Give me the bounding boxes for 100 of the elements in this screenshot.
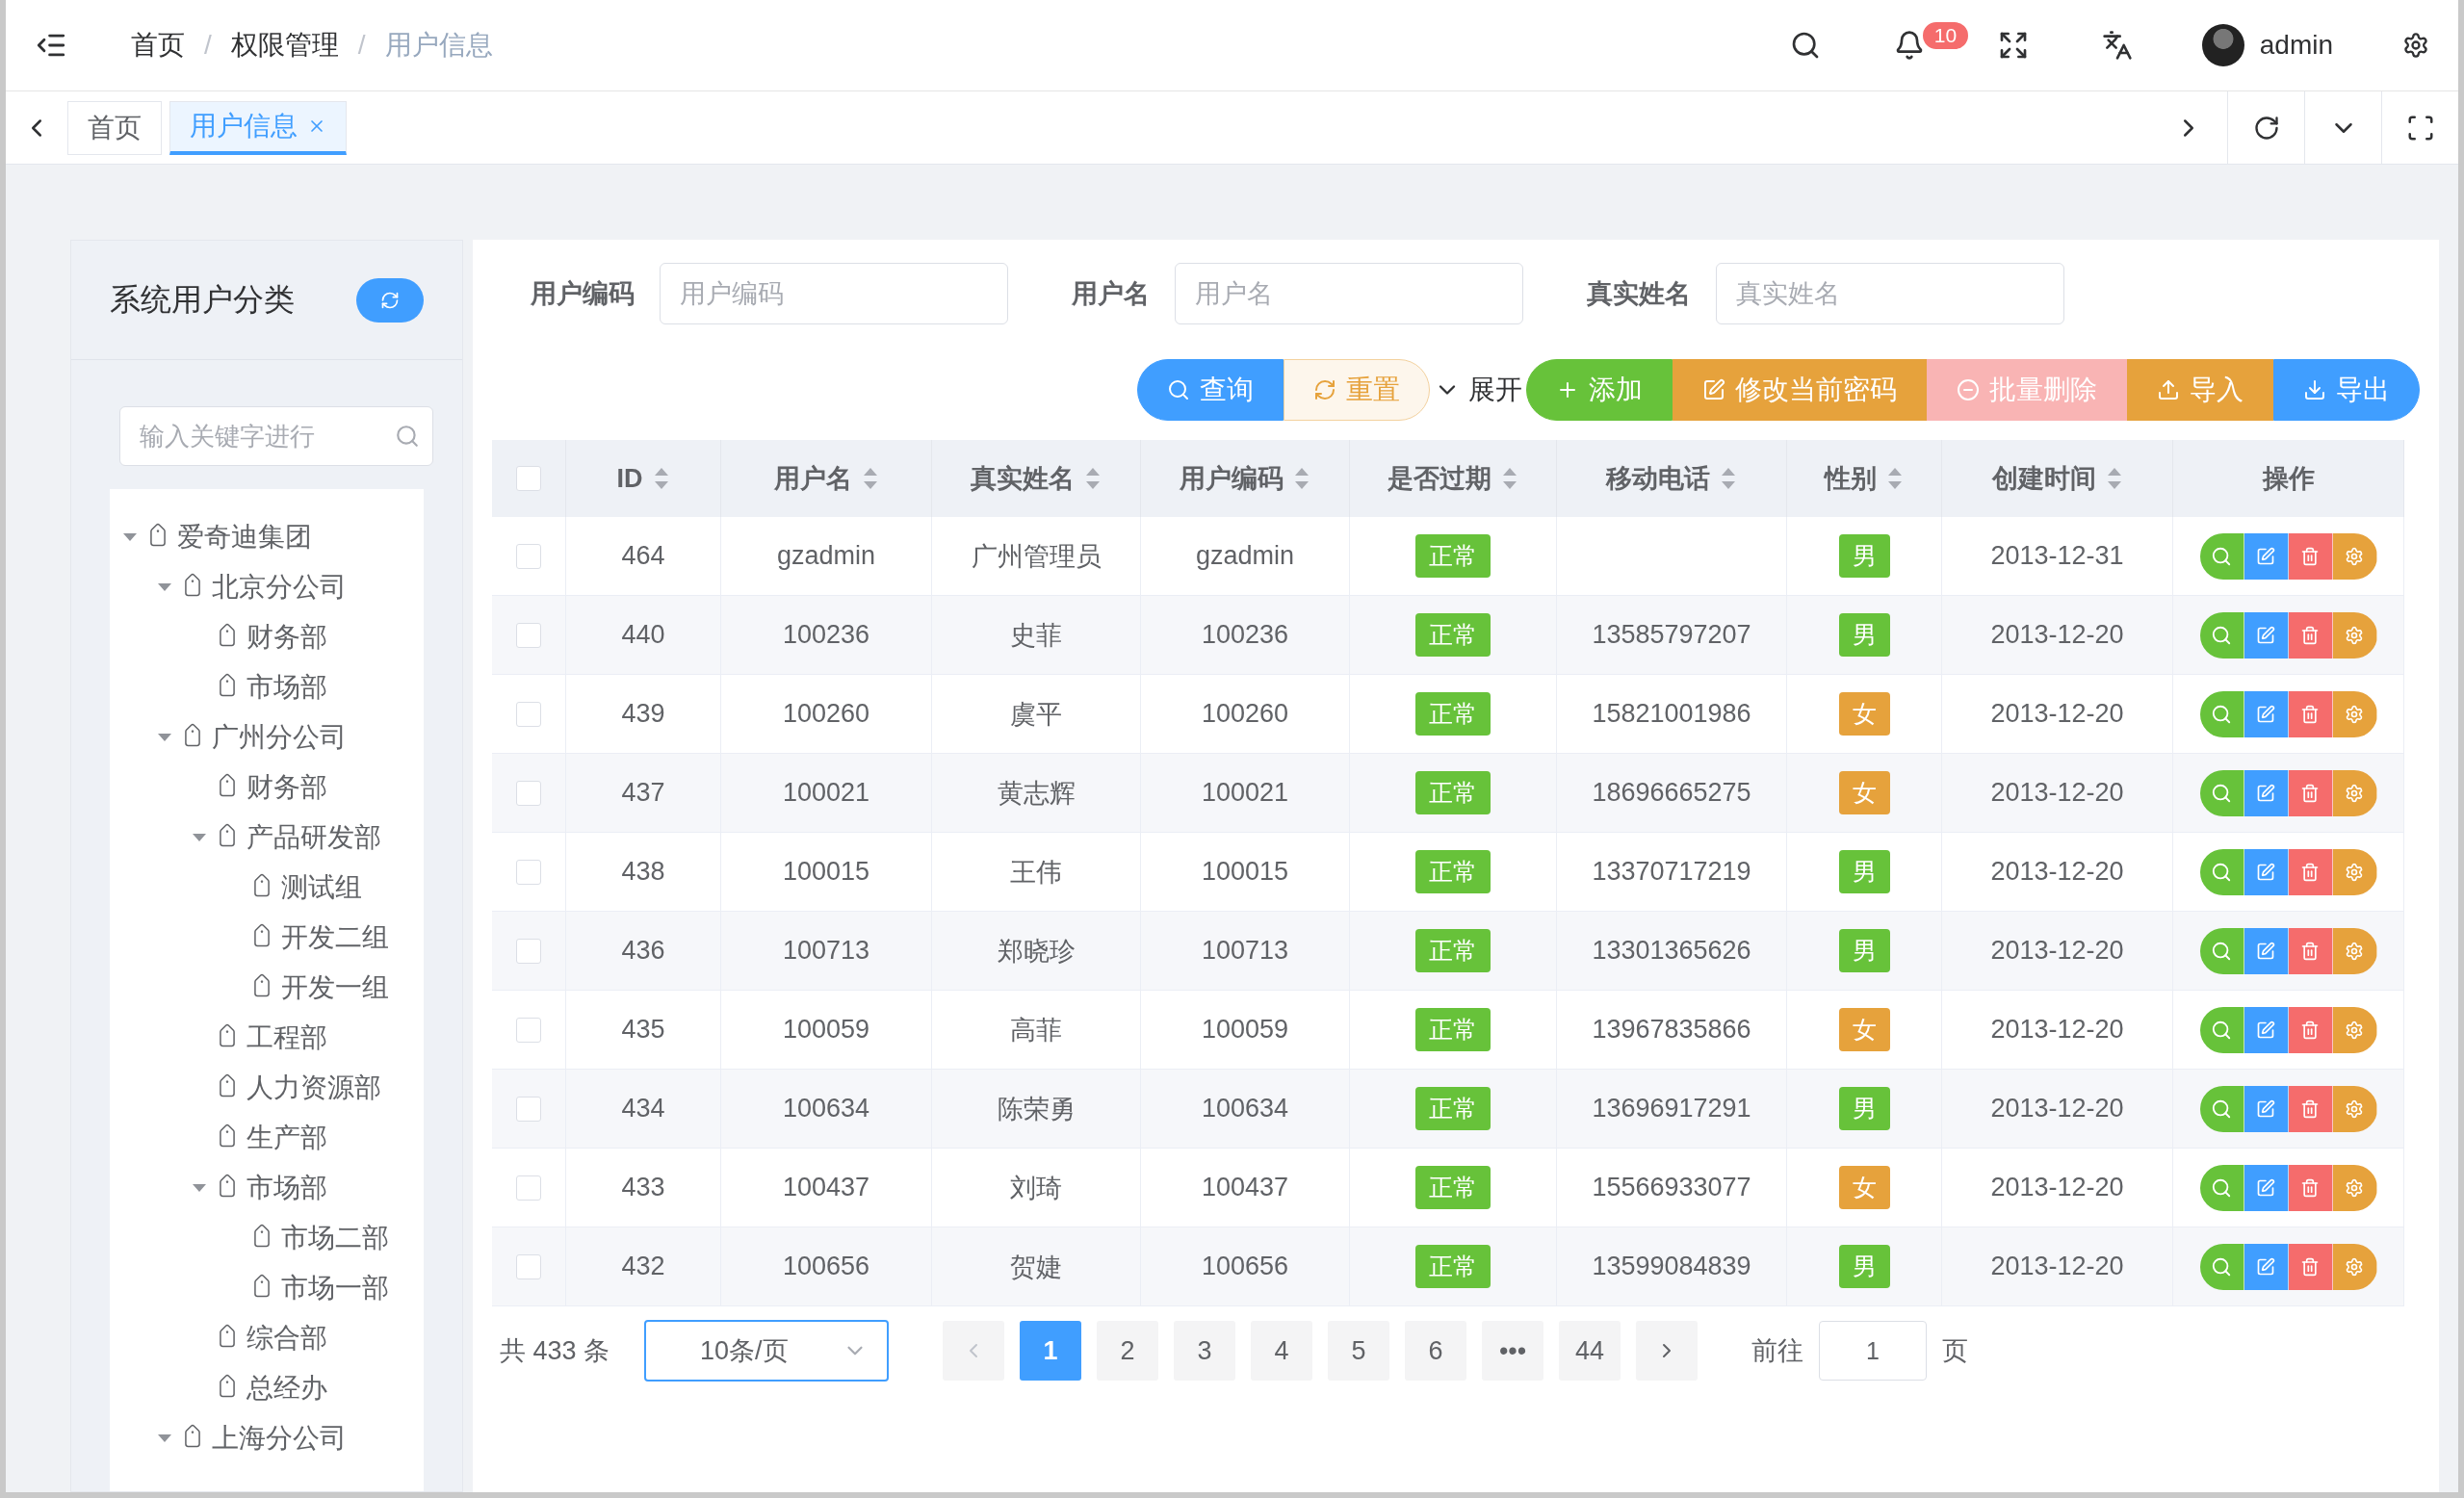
column-header[interactable]: 用户名	[721, 440, 932, 517]
page-button[interactable]: 4	[1251, 1321, 1313, 1381]
edit-button[interactable]	[2244, 1085, 2289, 1132]
delete-button[interactable]	[2288, 848, 2333, 895]
edit-icon[interactable]	[2256, 1256, 2275, 1277]
filter-field[interactable]: 用户名	[1175, 263, 1523, 324]
tree-node[interactable]: 总经办	[110, 1363, 424, 1413]
tree-node[interactable]: 广州分公司	[110, 712, 424, 762]
tree-node[interactable]: 市场一部	[110, 1263, 424, 1313]
tree-node[interactable]: 爱奇迪集团	[110, 512, 424, 562]
trash-icon[interactable]	[2300, 1256, 2320, 1277]
column-header[interactable]: ID	[566, 440, 721, 517]
trash-icon[interactable]	[2300, 783, 2320, 803]
view-button[interactable]	[2199, 848, 2244, 895]
edit-button[interactable]	[2244, 611, 2289, 659]
page-button[interactable]: 2	[1097, 1321, 1159, 1381]
row-checkbox[interactable]	[516, 938, 541, 964]
tree-node[interactable]: 生产部	[110, 1113, 424, 1163]
tree-node[interactable]: 产品研发部	[110, 813, 424, 863]
sort-icon[interactable]	[1886, 466, 1904, 491]
view-button[interactable]	[2199, 1085, 2244, 1132]
row-checkbox[interactable]	[516, 1096, 541, 1122]
edit-button[interactable]	[2244, 690, 2289, 737]
tree-node[interactable]: 人力资源部	[110, 1063, 424, 1113]
delete-button[interactable]	[2288, 927, 2333, 974]
import-icon[interactable]	[2157, 378, 2180, 401]
tree-node[interactable]: 市场部	[110, 1163, 424, 1213]
delete-button[interactable]	[2288, 690, 2333, 737]
export-icon[interactable]	[2303, 378, 2326, 401]
reset-icon[interactable]	[1313, 378, 1336, 401]
row-checkbox[interactable]	[516, 622, 541, 648]
edit-icon[interactable]	[2256, 783, 2275, 803]
view-button[interactable]	[2199, 1164, 2244, 1211]
column-header[interactable]: 用户编码	[1141, 440, 1350, 517]
trash-icon[interactable]	[2300, 1020, 2320, 1040]
sort-icon[interactable]	[1084, 466, 1102, 491]
edit-button[interactable]	[2244, 1164, 2289, 1211]
column-header[interactable]: 操作	[2173, 440, 2404, 517]
breadcrumb-item[interactable]: 权限管理	[230, 27, 339, 64]
delete-button[interactable]	[2288, 769, 2333, 816]
tree-node[interactable]: 开发二组	[110, 913, 424, 963]
user-menu[interactable]: admin	[2195, 23, 2339, 67]
row-checkbox[interactable]	[516, 1253, 541, 1279]
edit-button[interactable]	[2244, 848, 2289, 895]
column-header[interactable]: 移动电话	[1557, 440, 1787, 517]
view-button[interactable]	[2199, 927, 2244, 974]
row-checkbox[interactable]	[516, 1175, 541, 1201]
view-button[interactable]	[2199, 532, 2244, 580]
delete-button[interactable]	[2288, 611, 2333, 659]
edit-button[interactable]	[2244, 532, 2289, 580]
trash-icon[interactable]	[2300, 704, 2320, 724]
row-checkbox[interactable]	[516, 543, 541, 569]
query-icon[interactable]	[1167, 378, 1190, 401]
delete-button[interactable]	[2288, 1085, 2333, 1132]
edit-button[interactable]	[2244, 1243, 2289, 1290]
trash-icon[interactable]	[2300, 625, 2320, 645]
row-checkbox[interactable]	[516, 1017, 541, 1043]
translate-icon[interactable]	[2101, 30, 2133, 61]
page-size-select[interactable]: 10条/页	[644, 1320, 890, 1382]
column-header[interactable]: 真实姓名	[932, 440, 1141, 517]
sort-icon[interactable]	[1720, 466, 1737, 491]
trash-icon[interactable]	[2300, 941, 2320, 961]
delete-button[interactable]	[2288, 1164, 2333, 1211]
trash-icon[interactable]	[2300, 546, 2320, 566]
edit-icon[interactable]	[2256, 1098, 2275, 1119]
view-button[interactable]	[2199, 1243, 2244, 1290]
view-button[interactable]	[2199, 611, 2244, 659]
page-tab[interactable]: 首页	[67, 100, 162, 155]
trash-icon[interactable]	[2300, 862, 2320, 882]
page-button[interactable]: 6	[1405, 1321, 1467, 1381]
trash-icon[interactable]	[2300, 1177, 2320, 1198]
view-button[interactable]	[2199, 769, 2244, 816]
view-button[interactable]	[2199, 690, 2244, 737]
tree-node[interactable]: 财务部	[110, 762, 424, 813]
edit-icon[interactable]	[2256, 625, 2275, 645]
edit-button[interactable]	[2244, 927, 2289, 974]
page-button[interactable]: 3	[1174, 1321, 1236, 1381]
sort-icon[interactable]	[2105, 466, 2123, 491]
tree-node[interactable]: 测试组	[110, 863, 424, 913]
sort-icon[interactable]	[1293, 466, 1310, 491]
tree-node[interactable]: 开发一组	[110, 963, 424, 1013]
edit-icon[interactable]	[2256, 1020, 2275, 1040]
goto-field[interactable]: 1	[1819, 1321, 1928, 1381]
filter-field[interactable]: 真实姓名	[1716, 263, 2064, 324]
tree-node[interactable]: 综合部	[110, 1313, 424, 1363]
edit-icon[interactable]	[2256, 704, 2275, 724]
view-button[interactable]	[2199, 1006, 2244, 1053]
column-header[interactable]: 创建时间	[1942, 440, 2173, 517]
page-button[interactable]: •••	[1482, 1321, 1544, 1381]
edit-icon[interactable]	[2256, 546, 2275, 566]
column-header[interactable]: 性别	[1787, 440, 1942, 517]
edit-button[interactable]	[2244, 769, 2289, 816]
edit-icon[interactable]	[2256, 862, 2275, 882]
tree-node[interactable]: 财务部	[110, 612, 424, 662]
delete-button[interactable]	[2288, 1006, 2333, 1053]
edit-button[interactable]	[2244, 1006, 2289, 1053]
delete-button[interactable]	[2288, 1243, 2333, 1290]
select-all-checkbox[interactable]	[516, 466, 541, 491]
tree-node[interactable]: 市场二部	[110, 1213, 424, 1263]
settings-icon[interactable]	[2402, 32, 2429, 59]
